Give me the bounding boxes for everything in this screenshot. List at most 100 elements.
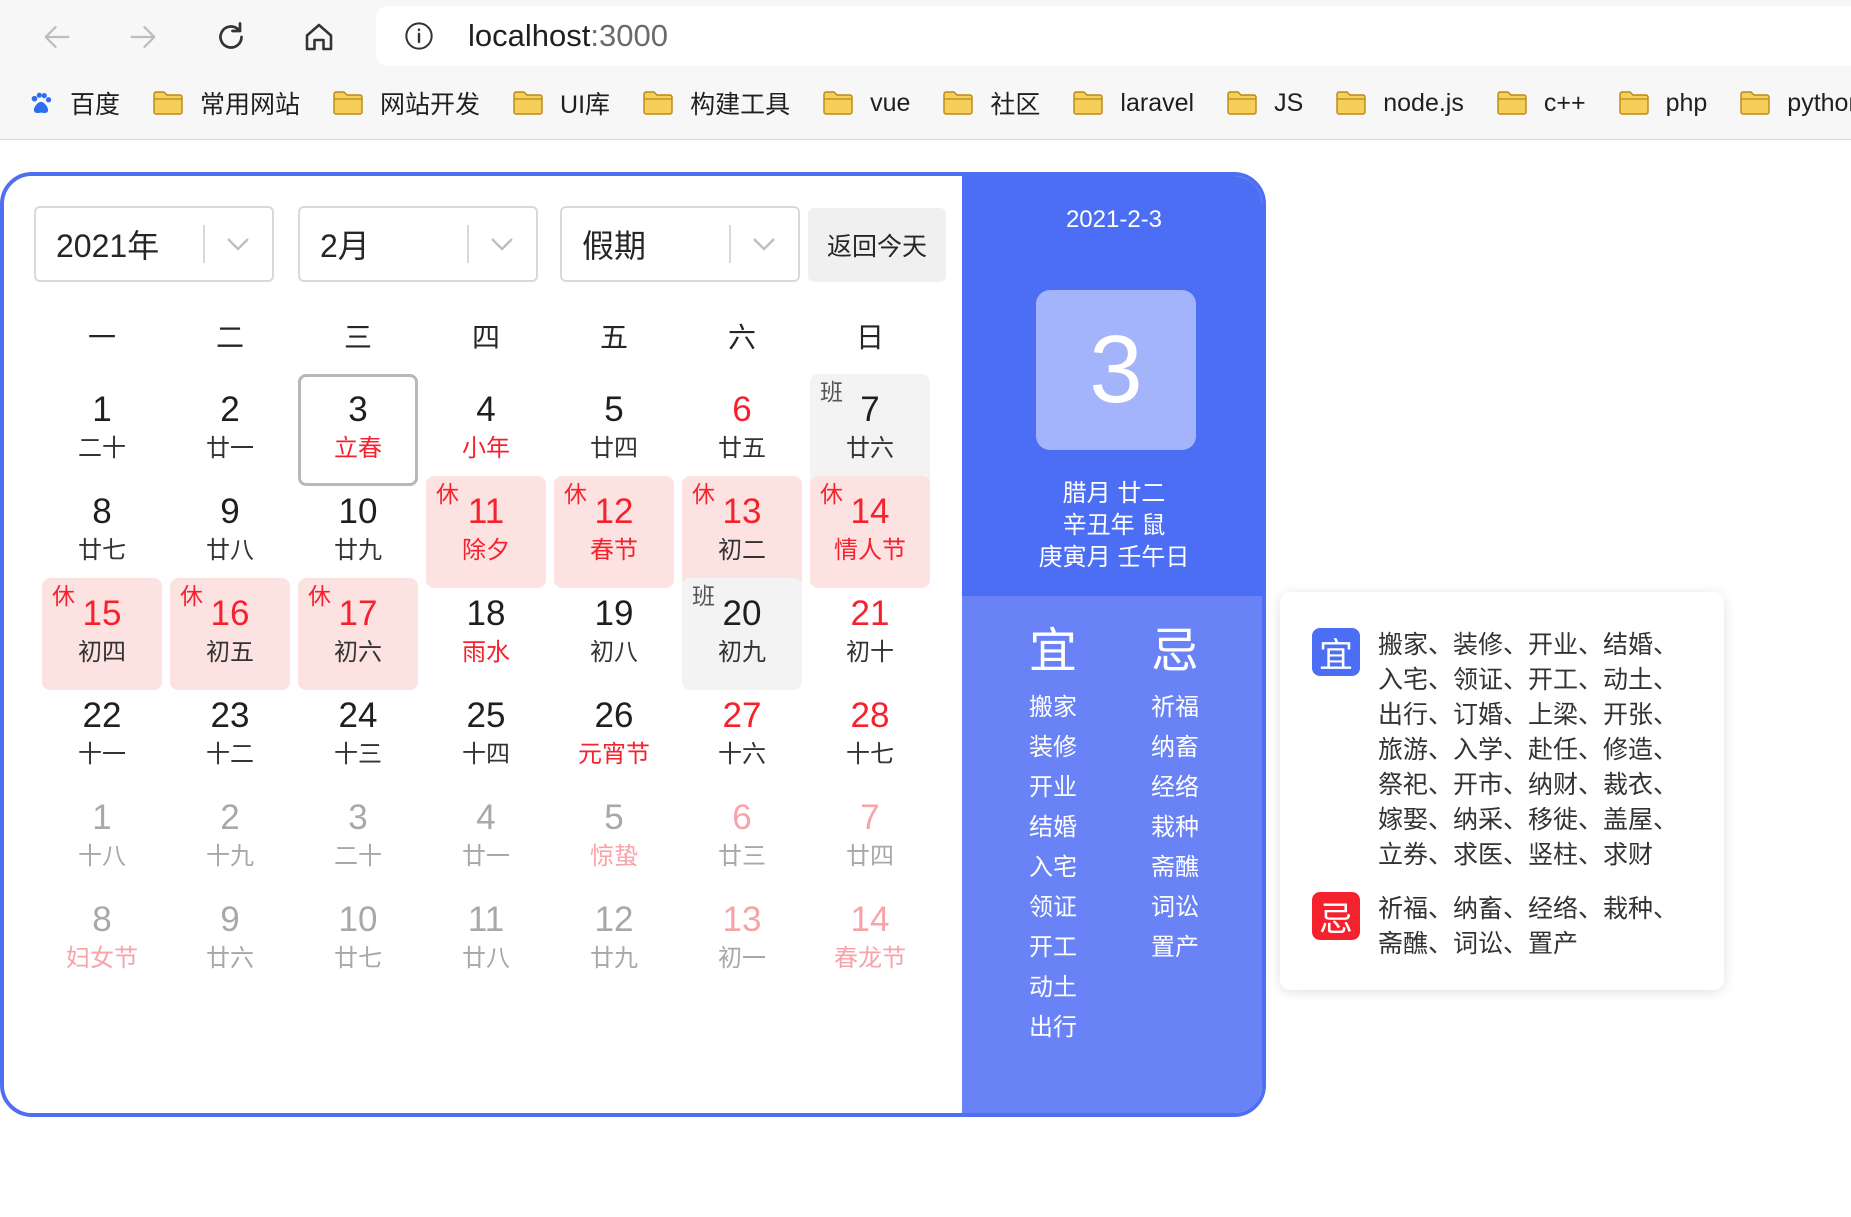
ji-badge: 忌 <box>1312 892 1360 940</box>
lunar-date: 廿九 <box>334 537 382 564</box>
day-cell[interactable]: 9 廿六 <box>170 884 290 996</box>
day-cell[interactable]: 4 廿一 <box>426 782 546 894</box>
day-cell[interactable]: 2 十九 <box>170 782 290 894</box>
day-cell[interactable]: 26 元宵节 <box>554 680 674 792</box>
day-cell[interactable]: 6 廿三 <box>682 782 802 894</box>
url-text[interactable]: localhost:3000 <box>468 18 668 54</box>
bookmark-item[interactable]: 社区 <box>942 81 1040 125</box>
lunar-date: 初五 <box>206 639 254 666</box>
ji-item: 词讼 <box>1151 894 1199 921</box>
day-cell[interactable]: 休 13 初二 <box>682 476 802 588</box>
day-cell[interactable]: 6 廿五 <box>682 374 802 486</box>
day-cell[interactable]: 5 惊蛰 <box>554 782 674 894</box>
lunar-date: 廿六 <box>846 435 894 462</box>
month-select[interactable]: 2月 <box>298 206 538 282</box>
day-cell[interactable]: 1 二十 <box>42 374 162 486</box>
day-cell[interactable]: 24 十三 <box>298 680 418 792</box>
day-cell[interactable]: 23 十二 <box>170 680 290 792</box>
day-cell[interactable]: 班 7 廿六 <box>810 374 930 486</box>
day-cell[interactable]: 28 十七 <box>810 680 930 792</box>
day-number: 17 <box>338 594 378 633</box>
bookmark-item[interactable]: 构建工具 <box>642 81 790 125</box>
day-cell[interactable]: 休 12 春节 <box>554 476 674 588</box>
lunar-date: 初九 <box>718 639 766 666</box>
bookmark-item[interactable]: python <box>1739 81 1851 125</box>
weekday-label: 四 <box>471 322 500 353</box>
day-cell[interactable]: 8 妇女节 <box>42 884 162 996</box>
bookmark-label: php <box>1665 88 1708 117</box>
day-cell[interactable]: 4 小年 <box>426 374 546 486</box>
day-cell[interactable]: 1 十八 <box>42 782 162 894</box>
day-cell[interactable]: 8 廿七 <box>42 476 162 588</box>
folder-icon <box>642 90 674 116</box>
lunar-info: 腊月 廿二 辛丑年 鼠庚寅月 壬午日 <box>962 478 1262 574</box>
back-button[interactable] <box>34 14 80 60</box>
bookmark-item[interactable]: php <box>1618 81 1708 125</box>
bookmark-item[interactable]: laravel <box>1072 81 1194 125</box>
day-cell[interactable]: 2 廿一 <box>170 374 290 486</box>
day-cell[interactable]: 9 廿八 <box>170 476 290 588</box>
day-cell[interactable]: 19 初八 <box>554 578 674 690</box>
day-cell[interactable]: 休 11 除夕 <box>426 476 546 588</box>
day-cell[interactable]: 休 15 初四 <box>42 578 162 690</box>
lunar-info-line: 腊月 廿二 <box>1062 480 1166 507</box>
site-info-icon[interactable] <box>402 19 436 53</box>
day-number: 3 <box>348 798 368 837</box>
day-detail-top: 2021-2-3 3 腊月 廿二 辛丑年 鼠庚寅月 壬午日 <box>962 176 1262 596</box>
day-number: 10 <box>338 900 378 939</box>
day-cell[interactable]: 7 廿四 <box>810 782 930 894</box>
day-cell[interactable]: 25 十四 <box>426 680 546 792</box>
day-cell[interactable]: 27 十六 <box>682 680 802 792</box>
day-cell[interactable]: 3 立春 <box>298 374 418 486</box>
lunar-date: 初一 <box>718 945 766 972</box>
ji-line: 斋醮、词讼、置产 <box>1378 930 1579 958</box>
day-cell[interactable]: 18 雨水 <box>426 578 546 690</box>
bookmark-item[interactable]: UI库 <box>512 81 610 125</box>
bookmark-item[interactable]: vue <box>822 81 910 125</box>
day-cell[interactable]: 休 17 初六 <box>298 578 418 690</box>
bookmarks-bar: 百度 常用网站 网站开发 UI库 构建工具 vue 社区 laravel JS node.js c+… <box>0 78 1851 128</box>
day-cell[interactable]: 休 14 情人节 <box>810 476 930 588</box>
folder-icon <box>332 90 364 116</box>
calendar-panel: 2021年 2月 假期 返回今天 一 二 三 四 五 六 日 1 二十 2 廿一 3 立春 4 小年 5 廿四… <box>4 176 962 1113</box>
day-cell[interactable]: 13 初一 <box>682 884 802 996</box>
yi-line: 出行、订婚、上梁、开张、 <box>1378 701 1679 729</box>
reload-button[interactable] <box>208 14 254 60</box>
day-cell[interactable]: 12 廿九 <box>554 884 674 996</box>
bookmark-item[interactable]: c++ <box>1496 81 1586 125</box>
yi-item: 开工 <box>1029 934 1077 961</box>
bookmark-item[interactable]: node.js <box>1335 81 1464 125</box>
day-cell[interactable]: 22 十一 <box>42 680 162 792</box>
yi-line: 立券、求医、竖柱、求财 <box>1378 841 1654 869</box>
day-cell[interactable]: 14 春龙节 <box>810 884 930 996</box>
day-cell[interactable]: 休 16 初五 <box>170 578 290 690</box>
day-cell[interactable]: 5 廿四 <box>554 374 674 486</box>
bookmark-item[interactable]: 百度 <box>28 81 120 125</box>
yi-item: 动土 <box>1029 974 1077 1001</box>
year-select[interactable]: 2021年 <box>34 206 274 282</box>
weekday-label: 五 <box>599 322 628 353</box>
day-number: 25 <box>466 696 506 735</box>
bookmark-item[interactable]: JS <box>1226 81 1303 125</box>
lunar-date: 妇女节 <box>66 945 138 972</box>
day-cell[interactable]: 21 初十 <box>810 578 930 690</box>
lunar-date: 雨水 <box>462 639 510 666</box>
back-to-today-button[interactable]: 返回今天 <box>808 208 946 282</box>
forward-button[interactable] <box>120 14 166 60</box>
day-number: 8 <box>92 900 112 939</box>
yi-heading: 宜 <box>1028 625 1077 678</box>
day-cell[interactable]: 3 二十 <box>298 782 418 894</box>
bookmark-item[interactable]: 网站开发 <box>332 81 480 125</box>
day-cell[interactable]: 班 20 初九 <box>682 578 802 690</box>
day-cell[interactable]: 10 廿九 <box>298 476 418 588</box>
lunar-date: 十七 <box>846 741 894 768</box>
holiday-select[interactable]: 假期 <box>560 206 800 282</box>
bookmark-item[interactable]: 常用网站 <box>152 81 300 125</box>
lunar-date: 十八 <box>78 843 126 870</box>
address-bar[interactable]: localhost:3000 <box>376 6 1851 66</box>
day-number: 10 <box>338 492 378 531</box>
home-button[interactable] <box>296 14 342 60</box>
day-cell[interactable]: 10 廿七 <box>298 884 418 996</box>
yi-item: 开业 <box>1029 774 1077 801</box>
day-cell[interactable]: 11 廿八 <box>426 884 546 996</box>
